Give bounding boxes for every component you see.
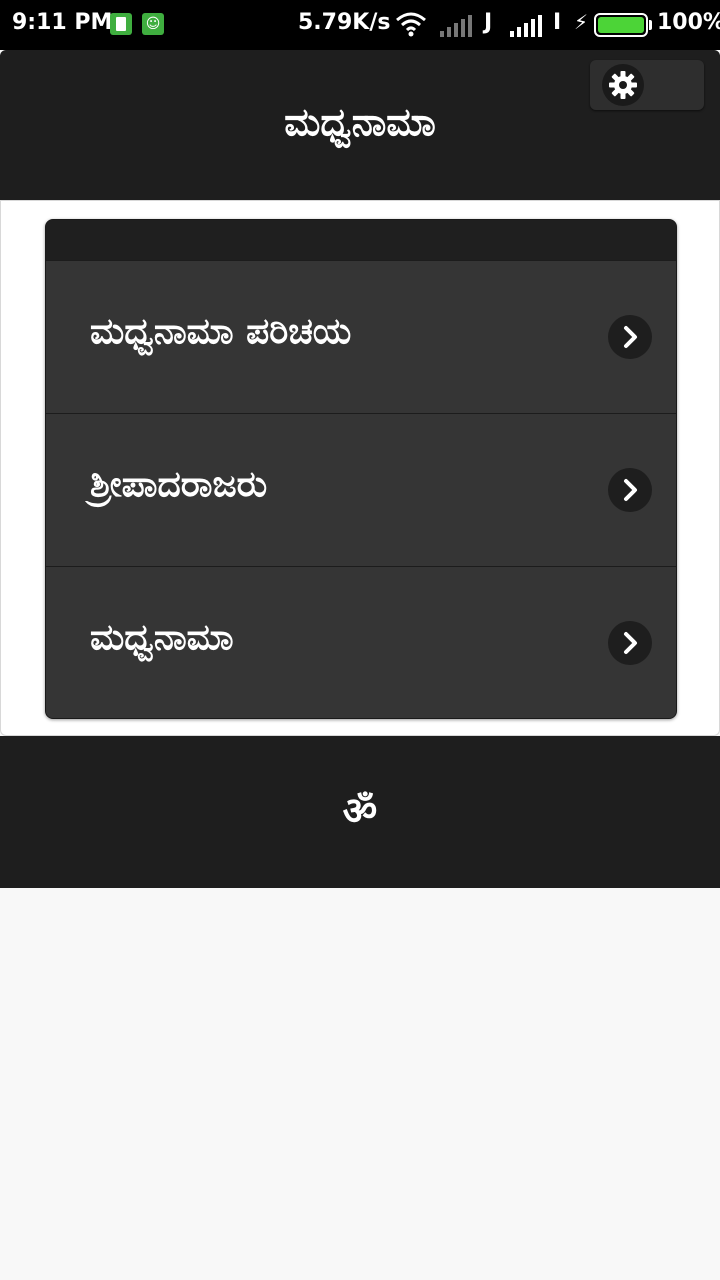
android-app-icon: ☺ [142, 13, 164, 35]
gear-icon [602, 64, 644, 106]
chevron-right-icon [608, 315, 652, 359]
signal-icon-2 [510, 13, 544, 41]
wifi-icon [395, 10, 427, 42]
network-speed: 5.79K/s [298, 10, 391, 35]
battery-percent: 100% [657, 10, 720, 35]
battery-level [598, 17, 644, 33]
om-symbol: ॐ [342, 789, 378, 833]
app-header: ಮಧ್ವನಾಮಾ [0, 50, 720, 200]
list-item-label: ಮಧ್ವನಾಮಾ [90, 617, 234, 658]
main-content: ಮಧ್ವನಾಮಾ ಪರಿಚಯ ಶ್ರೀಪಾದರಾಜರು ಮಧ್ವನಾಮಾ [0, 200, 720, 736]
app-footer: ॐ [0, 736, 720, 888]
list-item-label: ಮಧ್ವನಾಮಾ ಪರಿಚಯ [90, 311, 352, 352]
carrier-label-i: I [553, 10, 562, 35]
settings-button[interactable] [590, 60, 704, 110]
battery-app-icon [110, 13, 132, 35]
list-item-introduction[interactable]: ಮಧ್ವನಾಮಾ ಪರಿಚಯ [46, 260, 676, 413]
list-item-sripadarajaru[interactable]: ಶ್ರೀಪಾದರಾಜರು [46, 413, 676, 566]
status-time: 9:11 PM [12, 10, 113, 35]
carrier-label-j: J [484, 10, 493, 35]
list-item-madhvanama[interactable]: ಮಧ್ವನಾಮಾ [46, 566, 676, 718]
menu-list: ಮಧ್ವನಾಮಾ ಪರಿಚಯ ಶ್ರೀಪಾದರಾಜರು ಮಧ್ವನಾಮಾ [45, 219, 677, 719]
charging-icon: ⚡ [574, 10, 589, 34]
list-item-label: ಶ್ರೀಪಾದರಾಜರು [90, 464, 268, 505]
battery-tip [649, 20, 652, 30]
chevron-right-icon [608, 468, 652, 512]
list-header [46, 220, 676, 260]
chevron-right-icon [608, 621, 652, 665]
status-bar: 9:11 PM ☺ 5.79K/s J I ⚡ 100% [0, 0, 720, 50]
battery-icon [594, 13, 648, 37]
signal-icon [440, 13, 474, 41]
